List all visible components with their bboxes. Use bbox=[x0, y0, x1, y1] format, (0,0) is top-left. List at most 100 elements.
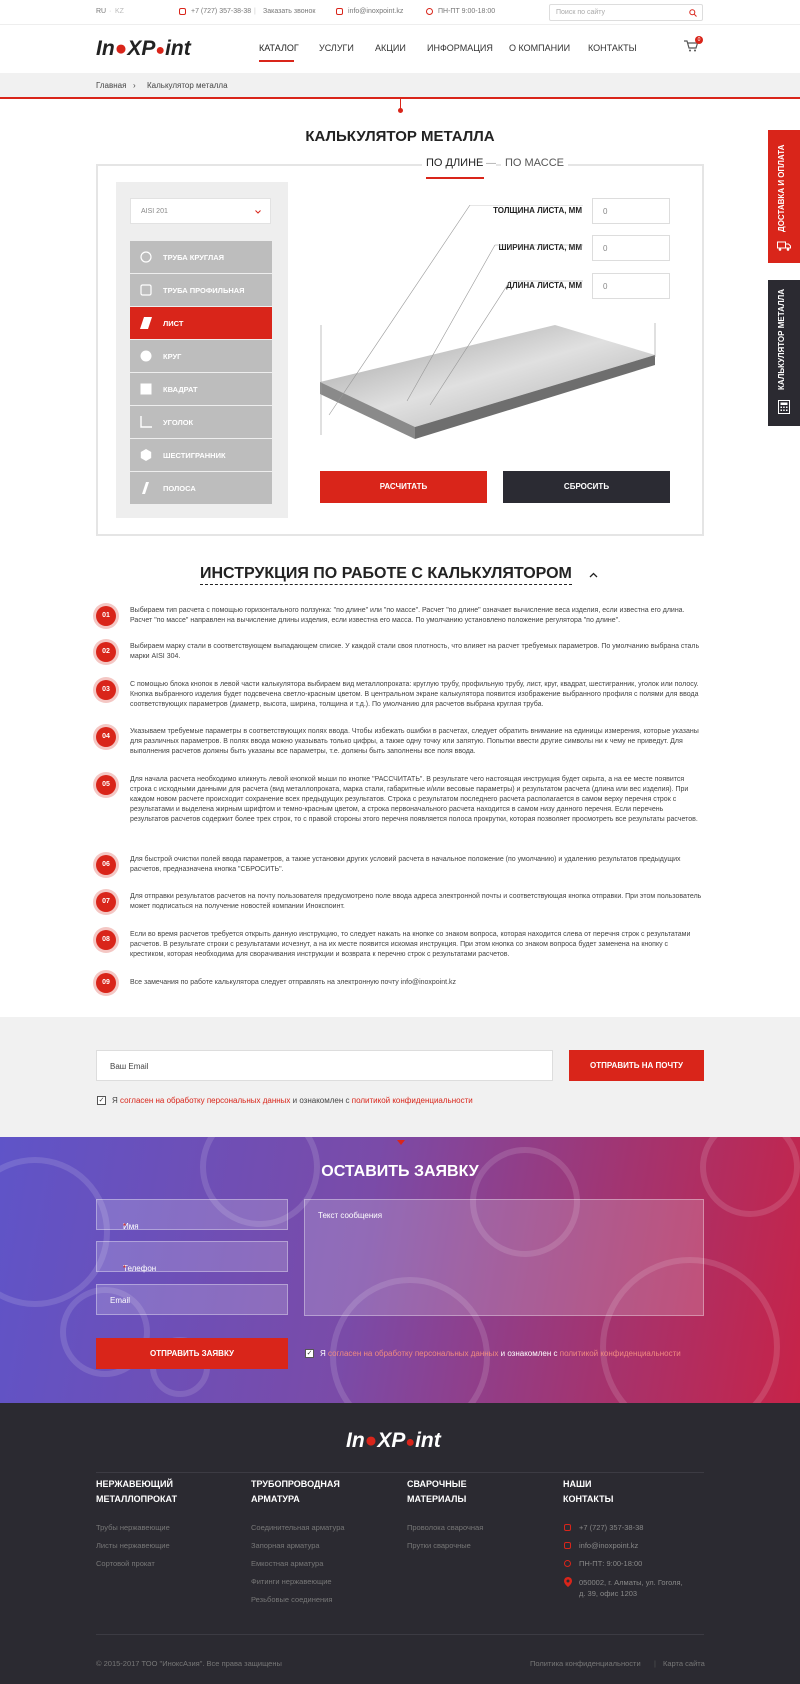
footer-link[interactable]: Прутки сварочные bbox=[407, 1541, 471, 1550]
steel-grade-select[interactable]: AISI 201 bbox=[130, 198, 271, 224]
send-request-button[interactable]: ОТПРАВИТЬ ЗАЯВКУ bbox=[96, 1338, 288, 1369]
type-label: ШЕСТИГРАННИК bbox=[163, 451, 226, 460]
type-square[interactable]: КВАДРАТ bbox=[130, 373, 272, 405]
footer-link[interactable]: Фитинги нержавеющие bbox=[251, 1577, 332, 1586]
personal-data-link[interactable]: согласен на обработку персональных данны… bbox=[328, 1349, 498, 1358]
hexagon-icon bbox=[140, 449, 152, 461]
required-mark: * bbox=[123, 1222, 127, 1231]
lang-ru[interactable]: RU bbox=[96, 8, 106, 15]
search-icon[interactable] bbox=[689, 9, 697, 17]
logo-part: P bbox=[391, 1429, 406, 1452]
delivery-side-tab[interactable]: ДОСТАВКА И ОПЛАТА bbox=[768, 130, 800, 263]
footer-phone[interactable]: +7 (727) 357-38-38 bbox=[579, 1523, 643, 1532]
circle-icon bbox=[140, 350, 152, 362]
footer-email[interactable]: info@inoxpoint.kz bbox=[579, 1541, 638, 1550]
phone-label: Телефон bbox=[123, 1264, 157, 1273]
tab-by-mass[interactable]: ПО МАССЕ bbox=[501, 157, 569, 169]
breadcrumb: Главная › Калькулятор металла bbox=[0, 73, 800, 99]
name-input[interactable]: Имя * bbox=[96, 1199, 288, 1231]
calculator-tab-label: КАЛЬКУЛЯТОР МЕТАЛЛА bbox=[777, 289, 786, 390]
type-label: КВАДРАТ bbox=[163, 385, 198, 394]
search-input[interactable]: Поиск по сайту bbox=[549, 4, 703, 21]
profile-pipe-icon bbox=[140, 284, 152, 296]
logo[interactable]: In●XP●int bbox=[96, 37, 191, 61]
email-request-placeholder: Email bbox=[110, 1296, 131, 1305]
footer-logo[interactable]: In●XP●int bbox=[346, 1429, 441, 1453]
phone-input[interactable]: Телефон * bbox=[96, 1241, 288, 1273]
privacy-link[interactable]: Политика конфиденциальности bbox=[530, 1659, 641, 1668]
footer-col-title: ТРУБОПРОВОДНАЯ АРМАТУРА bbox=[251, 1479, 340, 1504]
sitemap-link[interactable]: Карта сайта bbox=[663, 1659, 705, 1668]
lang-kz[interactable]: KZ bbox=[115, 8, 124, 15]
footer-link[interactable]: Трубы нержавеющие bbox=[96, 1523, 170, 1532]
type-round-bar[interactable]: КРУГ bbox=[130, 340, 272, 372]
step-text: Указываем требуемые параметры в соответс… bbox=[130, 728, 699, 755]
agree-text-part: и ознакомлен с bbox=[290, 1096, 352, 1105]
nav-catalog[interactable]: КАТАЛОГ bbox=[259, 43, 299, 53]
type-label: КРУГ bbox=[163, 352, 182, 361]
type-angle[interactable]: УГОЛОК bbox=[130, 406, 272, 438]
type-label: ТРУБА КРУГЛАЯ bbox=[163, 253, 225, 262]
step-text: Для отправки результатов расчетов на поч… bbox=[130, 893, 702, 910]
chevron-up-icon[interactable] bbox=[589, 572, 598, 578]
logo-part: P bbox=[141, 37, 156, 60]
step-number: 02 bbox=[96, 642, 116, 662]
type-label: УГОЛОК bbox=[163, 418, 194, 427]
type-profile-pipe[interactable]: ТРУБА ПРОФИЛЬНАЯ bbox=[130, 274, 272, 306]
footer-link[interactable]: Проволока сварочная bbox=[407, 1523, 483, 1532]
agree-checkbox[interactable]: ✓ bbox=[97, 1096, 106, 1105]
nav-information[interactable]: ИНФОРМАЦИЯ bbox=[427, 43, 493, 53]
step-number: 01 bbox=[96, 606, 116, 626]
message-textarea[interactable]: Текст сообщения bbox=[304, 1199, 704, 1316]
logo-part: int bbox=[415, 1429, 441, 1452]
type-strip[interactable]: ПОЛОСА bbox=[130, 472, 272, 504]
cart-button[interactable]: 0 bbox=[684, 36, 703, 54]
footer-link[interactable]: Соединительная арматура bbox=[251, 1523, 345, 1532]
top-hours: ПН-ПТ 9:00-18:00 bbox=[438, 8, 496, 15]
email-placeholder: Ваш Email bbox=[110, 1062, 149, 1071]
personal-data-link[interactable]: согласен на обработку персональных данны… bbox=[120, 1096, 290, 1105]
step-number: 04 bbox=[96, 727, 116, 747]
type-sheet[interactable]: ЛИСТ bbox=[130, 307, 272, 339]
privacy-policy-link[interactable]: политикой конфиденциальности bbox=[560, 1349, 681, 1358]
type-label: ТРУБА ПРОФИЛЬНАЯ bbox=[163, 286, 245, 295]
logo-dot: ● bbox=[155, 42, 166, 59]
top-bar: RU · KZ +7 (727) 357-38-38 | Заказать зв… bbox=[0, 0, 800, 25]
footer-link[interactable]: Емкостная арматура bbox=[251, 1559, 323, 1568]
type-round-pipe[interactable]: ТРУБА КРУГЛАЯ bbox=[130, 241, 272, 273]
request-agree-text: Я согласен на обработку персональных дан… bbox=[320, 1349, 681, 1358]
tab-active-indicator bbox=[426, 177, 484, 179]
calculator-side-tab[interactable]: КАЛЬКУЛЯТОР МЕТАЛЛА bbox=[768, 280, 800, 426]
footer-address: 050002, г. Алматы, ул. Гоголя, д. 39, оф… bbox=[579, 1578, 683, 1598]
footer-link[interactable]: Сортовой прокат bbox=[96, 1559, 155, 1568]
nav-promotions[interactable]: АКЦИИ bbox=[375, 43, 406, 53]
top-phone[interactable]: +7 (727) 357-38-38 bbox=[191, 8, 251, 15]
steel-grade-value: AISI 201 bbox=[141, 208, 168, 215]
calculate-button[interactable]: РАСЧИТАТЬ bbox=[320, 471, 487, 503]
step-text: Если во время расчетов требуется открыть… bbox=[130, 931, 691, 958]
send-to-email-button[interactable]: ОТПРАВИТЬ НА ПОЧТУ bbox=[569, 1050, 704, 1081]
square-icon bbox=[140, 383, 152, 395]
reset-button[interactable]: СБРОСИТЬ bbox=[503, 471, 670, 503]
callback-link[interactable]: Заказать звонок bbox=[263, 8, 315, 15]
tab-by-length[interactable]: ПО ДЛИНЕ bbox=[422, 157, 488, 169]
email-input[interactable]: Ваш Email bbox=[96, 1050, 553, 1081]
email-request-input[interactable]: Email bbox=[96, 1284, 288, 1315]
breadcrumb-home[interactable]: Главная bbox=[96, 81, 126, 90]
privacy-policy-link[interactable]: политикой конфиденциальности bbox=[352, 1096, 473, 1105]
footer-link[interactable]: Резьбовые соединения bbox=[251, 1595, 332, 1604]
top-email[interactable]: info@inoxpoint.kz bbox=[348, 8, 403, 15]
request-agree-checkbox[interactable]: ✓ bbox=[305, 1349, 314, 1358]
header: In●XP●int КАТАЛОГ УСЛУГИ АКЦИИ ИНФОРМАЦИ… bbox=[0, 25, 800, 73]
nav-contacts[interactable]: КОНТАКТЫ bbox=[588, 43, 637, 53]
strip-icon bbox=[142, 482, 149, 494]
footer: In●XP●int НЕРЖАВЕЮЩИЙ МЕТАЛЛОПРОКАТ Труб… bbox=[0, 1403, 800, 1684]
footer-link[interactable]: Запорная арматура bbox=[251, 1541, 320, 1550]
footer-link[interactable]: Листы нержавеющие bbox=[96, 1541, 170, 1550]
type-hexagon[interactable]: ШЕСТИГРАННИК bbox=[130, 439, 272, 471]
step-number: 07 bbox=[96, 892, 116, 912]
nav-about[interactable]: О КОМПАНИИ bbox=[509, 43, 570, 53]
step-number: 09 bbox=[96, 973, 116, 993]
step-text: Для начала расчета необходимо кликнуть л… bbox=[130, 776, 698, 823]
nav-services[interactable]: УСЛУГИ bbox=[319, 43, 354, 53]
